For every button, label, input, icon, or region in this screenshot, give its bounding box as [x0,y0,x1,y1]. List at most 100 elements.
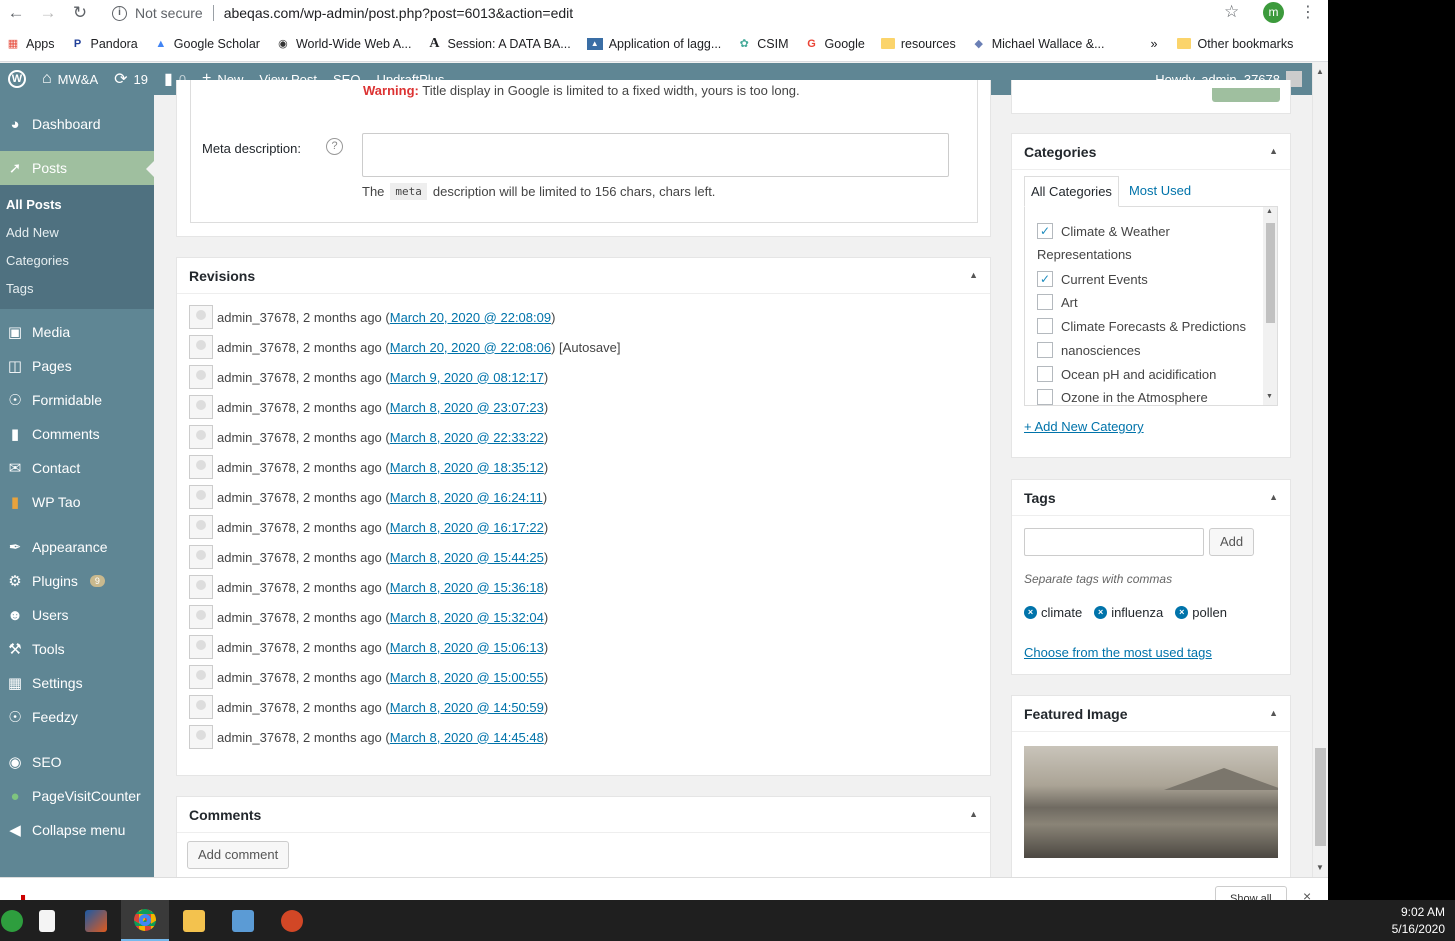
sidebar-item-settings[interactable]: ▦ Settings [0,666,154,700]
category-checkbox[interactable] [1037,389,1053,405]
show-all-downloads-button[interactable]: Show all [1215,886,1287,900]
scrollbar-thumb[interactable] [1315,748,1326,846]
revision-link[interactable]: March 8, 2020 @ 14:45:48 [390,730,544,745]
sidebar-item-wptao[interactable]: ▮ WP Tao [0,485,154,519]
sidebar-item-posts[interactable]: ➚ Posts [0,151,154,185]
taskbar-app-chrome[interactable] [121,900,169,941]
tags-header[interactable]: Tags ▲ [1012,480,1290,516]
revision-link[interactable]: March 20, 2020 @ 22:08:09 [390,310,551,325]
bookmark-application[interactable]: ▲ Application of lagg... [586,37,721,51]
meta-description-textarea[interactable] [362,133,949,177]
update-button[interactable] [1212,88,1280,102]
remove-tag-icon[interactable]: × [1024,606,1037,619]
reload-icon[interactable]: ↻ [64,0,96,26]
category-checkbox[interactable]: ✓ [1037,223,1053,239]
toggle-arrow-icon[interactable]: ▲ [1269,492,1278,502]
tab-all-categories[interactable]: All Categories [1024,176,1119,207]
scroll-down-icon[interactable]: ▼ [1316,863,1324,872]
bookmark-pandora[interactable]: P Pandora [71,37,138,51]
bookmark-mwa[interactable]: ◆ Michael Wallace &... [972,37,1105,51]
sidebar-item-plugins[interactable]: ⚙ Plugins 9 [0,564,154,598]
submenu-tags[interactable]: Tags [0,275,154,303]
bookmarks-overflow[interactable]: » [1151,37,1158,51]
sidebar-item-tools[interactable]: ⚒ Tools [0,632,154,666]
revision-link[interactable]: March 8, 2020 @ 18:35:12 [390,460,544,475]
revision-link[interactable]: March 8, 2020 @ 15:06:13 [390,640,544,655]
sidebar-item-seo[interactable]: ◉ SEO [0,745,154,779]
taskbar-app-photos[interactable] [219,900,267,941]
sidebar-item-feedzy[interactable]: ☉ Feedzy [0,700,154,734]
revision-link[interactable]: March 8, 2020 @ 14:50:59 [390,700,544,715]
bookmark-google[interactable]: G Google [805,37,865,51]
other-bookmarks[interactable]: Other bookmarks [1177,37,1293,51]
sidebar-item-users[interactable]: ☻ Users [0,598,154,632]
sidebar-item-pages[interactable]: ◫ Pages [0,349,154,383]
revision-link[interactable]: March 8, 2020 @ 16:24:11 [390,490,543,505]
sidebar-item-appearance[interactable]: ✒ Appearance [0,530,154,564]
sidebar-item-dashboard[interactable]: ◕ Dashboard [0,107,154,141]
revision-link[interactable]: March 8, 2020 @ 23:07:23 [390,400,544,415]
submenu-categories[interactable]: Categories [0,247,154,275]
scroll-up-icon[interactable]: ▲ [1316,67,1324,76]
bookmark-apps[interactable]: ▦ Apps [6,37,55,51]
featured-image-thumbnail[interactable] [1024,746,1278,858]
submenu-add-new[interactable]: Add New [0,219,154,247]
new-tag-input[interactable] [1024,528,1204,556]
site-name-link[interactable]: ⌂ MW&A [34,63,106,95]
add-new-category-link[interactable]: + Add New Category [1024,419,1144,434]
updates-link[interactable]: ⟳ 19 [106,63,156,95]
choose-most-used-tags-link[interactable]: Choose from the most used tags [1024,645,1212,660]
revision-link[interactable]: March 8, 2020 @ 15:00:55 [390,670,544,685]
revision-link[interactable]: March 8, 2020 @ 15:32:04 [390,610,544,625]
wp-logo[interactable]: W [0,63,34,95]
close-icon[interactable]: × [1303,888,1311,900]
bookmark-www[interactable]: ◉ World-Wide Web A... [276,37,411,51]
menu-kebab-icon[interactable]: ⋮ [1300,2,1316,22]
sidebar-item-collapse[interactable]: ◀ Collapse menu [0,813,154,847]
profile-avatar[interactable]: m [1263,2,1284,23]
taskbar-app-powerpoint[interactable] [268,900,316,941]
revision-link[interactable]: March 8, 2020 @ 15:36:18 [390,580,544,595]
bookmark-scholar[interactable]: ▲ Google Scholar [154,37,260,51]
bookmark-session[interactable]: A Session: A DATA BA... [427,36,570,51]
taskbar-app-notepad[interactable] [23,900,71,941]
category-checkbox[interactable] [1037,342,1053,358]
toggle-arrow-icon[interactable]: ▲ [1269,146,1278,156]
revision-link[interactable]: March 8, 2020 @ 22:33:22 [390,430,544,445]
taskbar-app-explorer[interactable] [170,900,218,941]
security-indicator[interactable]: i Not secure [112,5,203,21]
add-tag-button[interactable]: Add [1209,528,1255,556]
submenu-all-posts[interactable]: All Posts [0,191,154,219]
url-text[interactable]: abeqas.com/wp-admin/post.php?post=6013&a… [224,5,573,21]
download-item[interactable]: ▮ [20,892,26,900]
toggle-arrow-icon[interactable]: ▲ [969,809,978,819]
scroll-down-icon[interactable]: ▼ [1266,393,1273,400]
taskbar-app-matlab[interactable] [72,900,120,941]
sidebar-item-formidable[interactable]: ☉ Formidable [0,383,154,417]
revisions-header[interactable]: Revisions ▲ [177,258,990,294]
page-scrollbar[interactable]: ▲ ▼ [1312,63,1328,877]
category-scrollbar[interactable]: ▲ ▼ [1263,207,1277,405]
back-icon[interactable]: ← [0,0,32,26]
bookmark-resources[interactable]: resources [880,37,956,51]
revision-link[interactable]: March 8, 2020 @ 16:17:22 [390,520,544,535]
category-checkbox[interactable]: ✓ [1037,271,1053,287]
add-comment-button[interactable]: Add comment [187,841,290,869]
scroll-up-icon[interactable]: ▲ [1266,208,1273,215]
category-checkbox[interactable] [1037,318,1053,334]
remove-tag-icon[interactable]: × [1094,606,1108,619]
toggle-arrow-icon[interactable]: ▲ [969,270,978,280]
sidebar-item-contact[interactable]: ✉ Contact [0,451,154,485]
scrollbar-thumb[interactable] [1266,223,1275,323]
tab-most-used[interactable]: Most Used [1119,176,1201,207]
category-checkbox[interactable] [1037,294,1053,310]
toggle-arrow-icon[interactable]: ▲ [1269,708,1278,718]
bookmark-star-icon[interactable]: ☆ [1224,2,1239,22]
categories-header[interactable]: Categories ▲ [1012,134,1290,170]
omnibox[interactable]: i Not secure abeqas.com/wp-admin/post.ph… [102,0,1252,26]
sidebar-item-pagevisitcounter[interactable]: ● PageVisitCounter [0,779,154,813]
revision-link[interactable]: March 8, 2020 @ 15:44:25 [390,550,544,565]
revision-link[interactable]: March 9, 2020 @ 08:12:17 [390,370,544,385]
revision-link[interactable]: March 20, 2020 @ 22:08:06 [390,340,551,355]
remove-tag-icon[interactable]: × [1175,606,1189,619]
